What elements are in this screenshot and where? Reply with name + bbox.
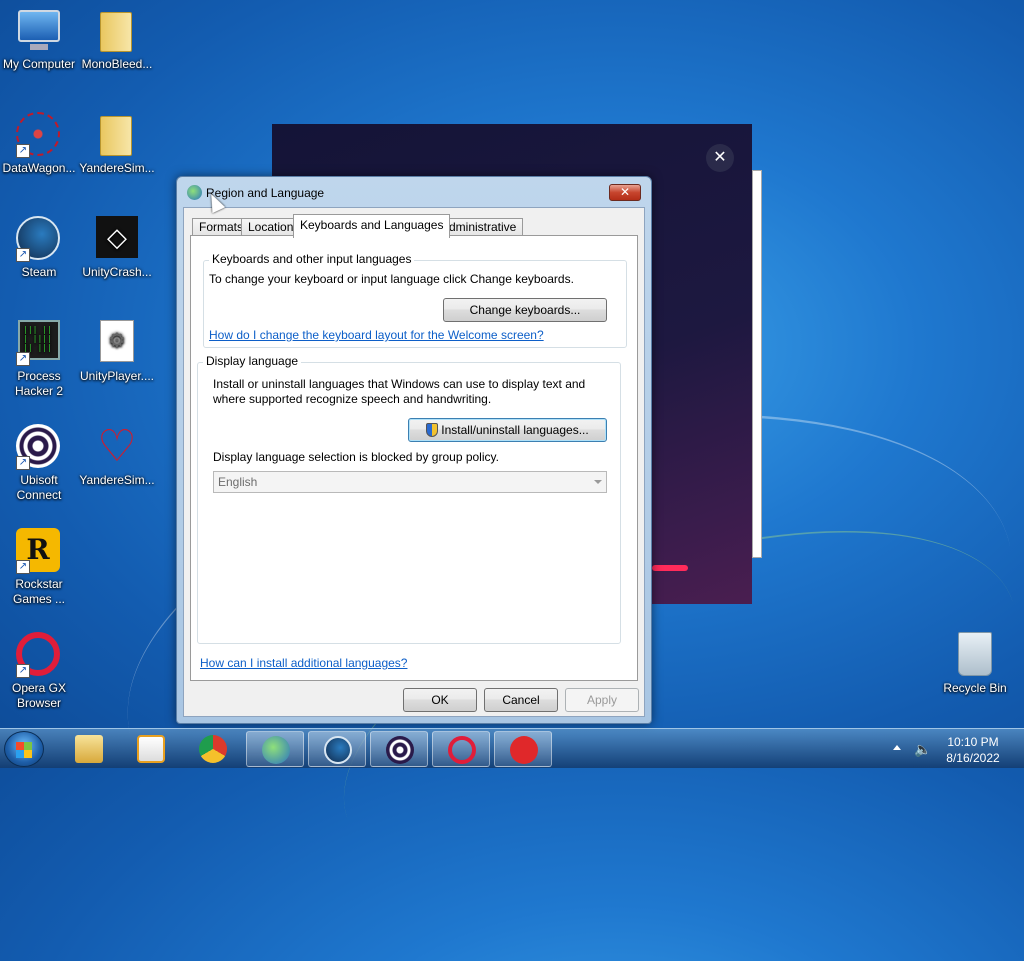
- clock-time: 10:10 PM: [947, 735, 999, 749]
- unity-icon: ◇: [94, 216, 140, 262]
- media-player-icon: [137, 735, 165, 763]
- desktop-icon-recycle-bin[interactable]: Recycle Bin: [936, 632, 1014, 696]
- region-language-dialog: Region and Language ✕ Formats Location K…: [176, 176, 652, 724]
- desktop-icon-label: Recycle Bin: [943, 681, 1007, 695]
- taskbar-opera-gx[interactable]: [432, 731, 490, 767]
- taskbar-explorer[interactable]: [60, 731, 118, 767]
- steam-icon: ↗: [16, 216, 62, 262]
- desktop-icon-my-computer[interactable]: My Computer: [0, 8, 78, 72]
- taskbar-region-language[interactable]: [246, 731, 304, 767]
- group-policy-blocked-text: Display language selection is blocked by…: [213, 450, 499, 464]
- globe-icon: [187, 185, 202, 200]
- desktop-icon-label: MonoBleed...: [81, 57, 153, 71]
- tab-panel: Keyboards and other input languages To c…: [190, 235, 638, 681]
- folder-icon: [75, 735, 103, 763]
- keyboards-description: To change your keyboard or input languag…: [209, 272, 574, 286]
- chrome-icon: [199, 735, 227, 763]
- show-hidden-icons-button[interactable]: [893, 745, 901, 750]
- rockstar-icon: R ↗: [16, 528, 62, 574]
- chevron-down-icon: [594, 480, 602, 484]
- display-language-select: English: [213, 471, 607, 493]
- ok-button[interactable]: OK: [403, 688, 477, 712]
- desktop-icon-label: YandereSim...: [79, 161, 155, 175]
- taskbar-media-player[interactable]: [122, 731, 180, 767]
- computer-icon: [16, 8, 62, 54]
- shortcut-arrow-icon: ↗: [16, 248, 30, 262]
- taskbar-ea[interactable]: [494, 731, 552, 767]
- desktop-icon-unityplayer[interactable]: ⚙ UnityPlayer....: [78, 320, 156, 384]
- desktop-icon-unitycrash[interactable]: ◇ UnityCrash...: [78, 216, 156, 280]
- steam-icon: [324, 736, 352, 764]
- heart-icon: ♡: [97, 422, 137, 471]
- shortcut-arrow-icon: ↗: [16, 144, 30, 158]
- display-language-description-line2: where supported recognize speech and han…: [213, 392, 492, 406]
- desktop-icon-label: Process Hacker 2: [14, 369, 64, 398]
- desktop-icon-label: Ubisoft Connect: [16, 473, 62, 502]
- background-window-panel: [752, 170, 762, 558]
- opera-gx-icon: [448, 736, 476, 764]
- dialog-titlebar[interactable]: Region and Language ✕: [177, 177, 651, 207]
- shortcut-arrow-icon: ↗: [16, 664, 30, 678]
- group-label: Display language: [203, 354, 302, 368]
- desktop-icon-label: YandereSim...: [79, 473, 155, 487]
- group-label: Keyboards and other input languages: [209, 252, 415, 266]
- desktop-icon-opera-gx[interactable]: ↗ Opera GX Browser: [0, 632, 78, 711]
- taskbar-clock[interactable]: 10:10 PM 8/16/2022: [936, 734, 1010, 766]
- start-button[interactable]: [4, 731, 44, 767]
- taskbar: 🔈 10:10 PM 8/16/2022: [0, 728, 1024, 768]
- dialog-title: Region and Language: [206, 186, 325, 200]
- change-keyboards-button[interactable]: Change keyboards...: [443, 298, 607, 322]
- windows-logo-icon: [16, 742, 32, 758]
- display-language-select-value: English: [218, 475, 258, 489]
- ubisoft-icon: ↗: [16, 424, 62, 470]
- shortcut-arrow-icon: ↗: [16, 456, 30, 470]
- shortcut-arrow-icon: ↗: [16, 352, 30, 366]
- desktop-icon-label: DataWagon...: [2, 161, 76, 175]
- install-uninstall-languages-label: Install/uninstall languages...: [441, 423, 589, 437]
- install-additional-languages-link[interactable]: How can I install additional languages?: [200, 656, 407, 670]
- ea-icon: [510, 736, 538, 764]
- taskbar-chrome[interactable]: [184, 731, 242, 767]
- uac-shield-icon: [426, 423, 439, 437]
- opera-gx-icon: ↗: [16, 632, 62, 678]
- desktop-icon-yanderesim-folder[interactable]: YandereSim...: [78, 112, 156, 176]
- dialog-client: Formats Location Keyboards and Languages…: [183, 207, 645, 717]
- desktop-icon-label: Rockstar Games ...: [12, 577, 65, 606]
- desktop-icon-label: Opera GX Browser: [11, 681, 67, 710]
- clock-date: 8/16/2022: [946, 751, 1000, 765]
- desktop-icon-process-hacker[interactable]: ||| || | |||| || ||| ↗ Process Hacker 2: [0, 320, 78, 399]
- welcome-screen-keyboard-link[interactable]: How do I change the keyboard layout for …: [209, 328, 544, 342]
- settings-file-icon: ⚙: [94, 320, 140, 366]
- apply-button[interactable]: Apply: [565, 688, 639, 712]
- datawagon-icon: ↗: [16, 112, 62, 158]
- cancel-button[interactable]: Cancel: [484, 688, 558, 712]
- desktop-icon-ubisoft-connect[interactable]: ↗ Ubisoft Connect: [0, 424, 78, 503]
- taskbar-steam[interactable]: [308, 731, 366, 767]
- background-close-button[interactable]: ✕: [706, 144, 734, 172]
- desktop-icon-label: My Computer: [2, 57, 76, 71]
- taskbar-ubisoft[interactable]: [370, 731, 428, 767]
- desktop-icon-rockstar[interactable]: R ↗ Rockstar Games ...: [0, 528, 78, 607]
- shortcut-arrow-icon: ↗: [16, 560, 30, 574]
- desktop-icon-label: UnityPlayer....: [79, 369, 155, 383]
- dialog-close-button[interactable]: ✕: [609, 184, 641, 201]
- globe-clock-icon: [262, 736, 290, 764]
- desktop-icon-datawagon[interactable]: ↗ DataWagon...: [0, 112, 78, 176]
- volume-icon[interactable]: 🔈: [914, 741, 931, 758]
- install-uninstall-languages-button[interactable]: Install/uninstall languages...: [408, 418, 607, 442]
- progress-accent-bar: [652, 565, 688, 571]
- display-language-description-line1: Install or uninstall languages that Wind…: [213, 377, 586, 391]
- desktop-icon-label: UnityCrash...: [82, 265, 152, 279]
- desktop-icon-steam[interactable]: ↗ Steam: [0, 216, 78, 280]
- folder-icon: [94, 112, 140, 158]
- desktop-icon-label: Steam: [21, 265, 57, 279]
- desktop-icon-yanderesim[interactable]: ♡ YandereSim...: [78, 424, 156, 488]
- folder-icon: [94, 8, 140, 54]
- desktop-icon-monobleed[interactable]: MonoBleed...: [78, 8, 156, 72]
- ubisoft-icon: [386, 736, 414, 764]
- tab-keyboards-and-languages[interactable]: Keyboards and Languages: [293, 214, 451, 238]
- recycle-bin-icon: [952, 632, 998, 678]
- process-hacker-icon: ||| || | |||| || ||| ↗: [16, 320, 62, 366]
